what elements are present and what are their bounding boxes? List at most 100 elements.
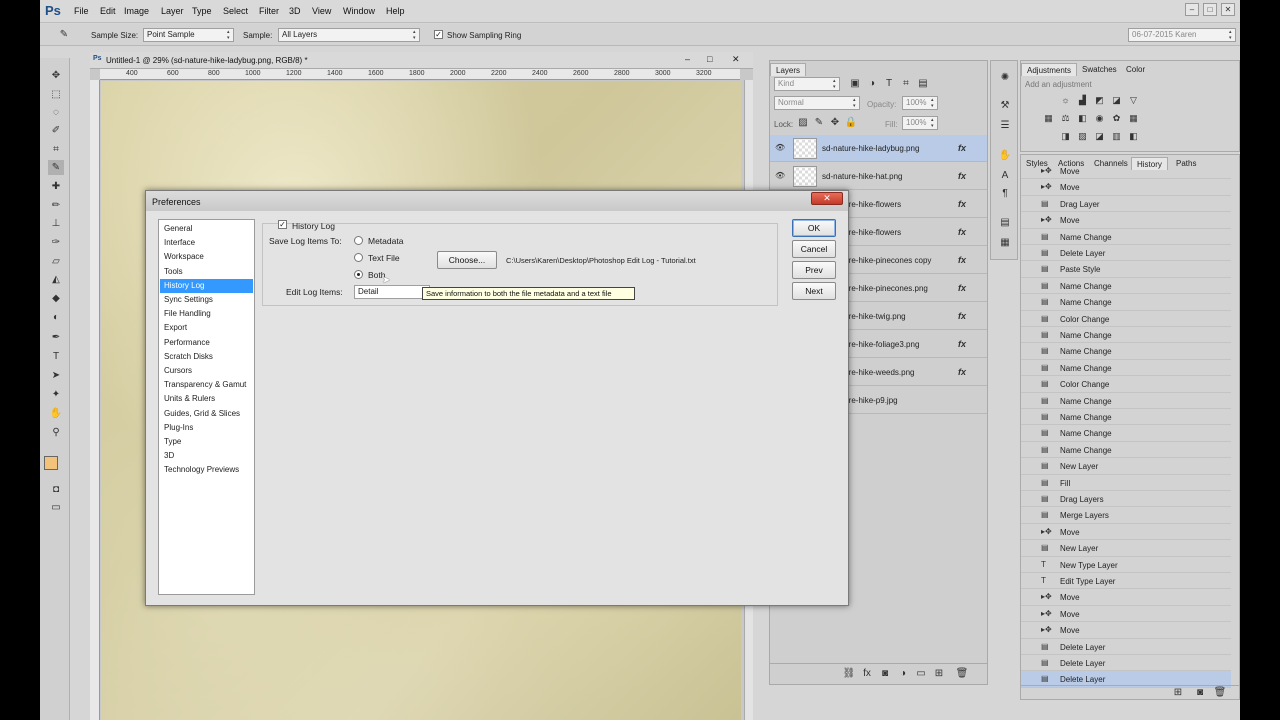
settings-slider-icon[interactable]: ☰ (998, 119, 1012, 133)
history-row[interactable]: ▸✥ Move (1021, 606, 1231, 623)
eraser-tool-icon[interactable]: ▱ (48, 254, 64, 269)
cancel-button[interactable]: Cancel (792, 240, 836, 258)
crop-tool-icon[interactable]: ⌗ (48, 142, 64, 157)
screen-mode-icon[interactable]: ▭ (48, 500, 64, 515)
layer-fx-badge[interactable]: fx (958, 199, 966, 209)
history-row[interactable]: ▤ Name Change (1021, 409, 1231, 426)
history-row[interactable]: ▤ Drag Layers (1021, 491, 1231, 508)
zoom-tool-icon[interactable]: ⚲ (48, 425, 64, 440)
preferences-category-sync-settings[interactable]: Sync Settings (160, 293, 253, 307)
dialog-close-icon[interactable]: ✕ (811, 192, 843, 205)
doc-maximize-icon[interactable]: □ (707, 54, 712, 64)
menu-window[interactable]: Window (343, 6, 375, 16)
channel-mixer-icon[interactable]: ✿ (1110, 112, 1123, 124)
vibrance-icon[interactable]: ▽ (1127, 94, 1140, 106)
close-app-button[interactable]: ✕ (1221, 3, 1235, 16)
preferences-category-performance[interactable]: Performance (160, 336, 253, 350)
choose-button[interactable]: Choose... (437, 251, 497, 269)
healing-tool-icon[interactable]: ✚ (48, 179, 64, 194)
preferences-category-interface[interactable]: Interface (160, 236, 253, 250)
curves-icon[interactable]: ◩ (1093, 94, 1106, 106)
color-lookup-icon[interactable]: ▦ (1127, 112, 1140, 124)
notes-panel-icon[interactable]: ▤ (998, 216, 1012, 230)
snapshot-icon[interactable]: ◙ (1193, 686, 1207, 699)
preferences-category-type[interactable]: Type (160, 435, 253, 449)
tab-color[interactable]: Color (1121, 63, 1150, 76)
history-row[interactable]: ▤ Delete Layer (1021, 655, 1231, 672)
new-layer-icon[interactable]: ⊞ (932, 667, 946, 681)
tab-adjustments[interactable]: Adjustments (1021, 63, 1078, 76)
layer-fx-badge[interactable]: fx (958, 171, 966, 181)
sample-select[interactable]: All Layers (278, 28, 420, 42)
filter-adjustment-icon[interactable]: ◑ (865, 77, 879, 91)
layer-fx-badge[interactable]: fx (958, 255, 966, 265)
character-panel-icon[interactable]: A (998, 169, 1012, 183)
menu-view[interactable]: View (312, 6, 331, 16)
history-row[interactable]: ▤ Name Change (1021, 442, 1231, 459)
layer-fx-badge[interactable]: fx (958, 339, 966, 349)
tab-swatches[interactable]: Swatches (1077, 63, 1122, 76)
type-tool-icon[interactable]: T (48, 349, 64, 364)
threshold-icon[interactable]: ◪ (1093, 130, 1106, 142)
visibility-eye-icon[interactable]: 👁 (775, 171, 785, 180)
black-white-icon[interactable]: ◧ (1076, 112, 1089, 124)
delete-state-icon[interactable]: 🗑 (1213, 686, 1227, 699)
document-tab[interactable]: Ps Untitled-1 @ 29% (sd-nature-hike-lady… (90, 52, 753, 69)
preferences-category-technology-previews[interactable]: Technology Previews (160, 463, 253, 477)
history-row[interactable]: ▤ Color Change (1021, 311, 1231, 327)
menu-filter[interactable]: Filter (259, 6, 279, 16)
next-button[interactable]: Next (792, 282, 836, 300)
hue-saturation-icon[interactable]: ▦ (1042, 112, 1055, 124)
preferences-category-units-rulers[interactable]: Units & Rulers (160, 392, 253, 406)
minimize-button[interactable]: – (1185, 3, 1199, 16)
history-row[interactable]: ▤ Name Change (1021, 393, 1231, 409)
history-row[interactable]: ▤ Name Change (1021, 278, 1231, 295)
marquee-tool-icon[interactable]: ⬚ (48, 87, 64, 102)
preferences-category-workspace[interactable]: Workspace (160, 250, 253, 264)
layer-fx-badge[interactable]: fx (958, 367, 966, 377)
sample-size-select[interactable]: Point Sample (143, 28, 234, 42)
visibility-eye-icon[interactable]: 👁 (775, 143, 785, 152)
history-row[interactable]: ▤ Delete Layer (1021, 245, 1231, 262)
new-document-from-state-icon[interactable]: ⊞ (1171, 686, 1185, 699)
lock-position-icon[interactable]: ✥ (828, 116, 842, 130)
brush-panel-icon[interactable]: ✋ (998, 149, 1012, 163)
history-row[interactable]: ▸✥ Move (1021, 589, 1231, 606)
foreground-color-swatch[interactable] (44, 456, 58, 470)
info-panel-icon[interactable]: ▦ (998, 236, 1012, 250)
history-row[interactable]: ▤ New Layer (1021, 458, 1231, 475)
filter-smart-object-icon[interactable]: ▤ (916, 77, 930, 91)
history-row[interactable]: ▤ Name Change (1021, 229, 1231, 245)
quick-select-tool-icon[interactable]: ✐ (48, 123, 64, 138)
layer-style-icon[interactable]: fx (860, 667, 874, 681)
preferences-category-cursors[interactable]: Cursors (160, 364, 253, 378)
color-balance-icon[interactable]: ⚖ (1059, 112, 1072, 124)
preferences-category-history-log[interactable]: History Log (160, 278, 253, 293)
metadata-radio[interactable] (354, 236, 363, 245)
eyedropper-tool-icon[interactable]: ✎ (48, 160, 64, 175)
posterize-icon[interactable]: ▨ (1076, 130, 1089, 142)
preferences-category-tools[interactable]: Tools (160, 265, 253, 279)
path-select-tool-icon[interactable]: ➤ (48, 368, 64, 383)
levels-icon[interactable]: ▟ (1076, 94, 1089, 106)
blend-mode-select[interactable]: Normal (774, 96, 860, 110)
opacity-input[interactable]: 100% (902, 96, 938, 110)
history-row[interactable]: T New Type Layer (1021, 557, 1231, 573)
dialog-titlebar[interactable]: Preferences ✕ (146, 191, 848, 211)
preferences-category-3d[interactable]: 3D (160, 449, 253, 463)
paragraph-panel-icon[interactable]: ¶ (998, 187, 1012, 201)
brush-tool-icon[interactable]: ✏ (48, 198, 64, 213)
selective-color-icon[interactable]: ◧ (1127, 130, 1140, 142)
maximize-button[interactable]: □ (1203, 3, 1217, 16)
preferences-category-plug-ins[interactable]: Plug-Ins (160, 421, 253, 435)
new-group-icon[interactable]: ▭ (914, 667, 928, 681)
brush-preset-icon[interactable]: ⚒ (998, 99, 1012, 113)
color-panel-icon[interactable]: ✺ (998, 71, 1012, 85)
move-tool-icon[interactable]: ✥ (48, 68, 64, 83)
history-row[interactable]: ▤ Merge Layers (1021, 507, 1231, 524)
history-row[interactable]: T Edit Type Layer (1021, 573, 1231, 590)
workspace-select[interactable]: 06-07-2015 Karen (1128, 28, 1236, 42)
doc-close-icon[interactable]: ✕ (732, 54, 740, 65)
history-row[interactable]: ▤ Name Change (1021, 343, 1231, 360)
menu-layer[interactable]: Layer (161, 6, 184, 16)
